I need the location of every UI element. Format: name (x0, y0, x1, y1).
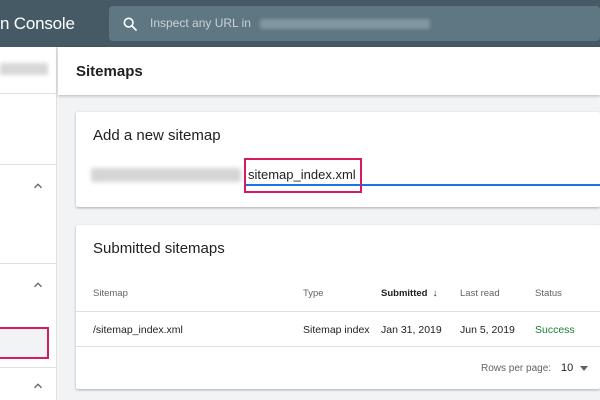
cell-last-read: Jun 5, 2019 (460, 324, 515, 336)
cell-submitted: Jan 31, 2019 (381, 324, 442, 336)
caret-down-icon[interactable] (579, 365, 589, 373)
column-header-sitemap[interactable]: Sitemap (93, 288, 128, 299)
table-row[interactable]: /sitemap_index.xml Sitemap index Jan 31,… (76, 313, 600, 347)
submitted-sitemaps-title: Submitted sitemaps (93, 240, 225, 257)
url-inspect-search[interactable]: Inspect any URL in (109, 6, 600, 41)
column-header-type[interactable]: Type (303, 288, 324, 299)
app-title: n Console (0, 14, 75, 33)
arrow-down-icon: ↓ (432, 288, 438, 299)
page-header: Sitemaps (58, 47, 600, 95)
chevron-up-icon[interactable] (31, 379, 45, 393)
rows-per-page-label: Rows per page: (481, 363, 552, 374)
redacted-domain-prefix (91, 168, 241, 182)
sitemap-url-input[interactable] (246, 164, 600, 186)
page-title: Sitemaps (76, 63, 143, 80)
chevron-up-icon[interactable] (31, 179, 45, 193)
column-header-last-read[interactable]: Last read (460, 288, 500, 299)
search-placeholder-text: Inspect any URL in (150, 16, 251, 30)
sidebar-item-sitemaps[interactable] (0, 327, 49, 359)
cell-sitemap: /sitemap_index.xml (93, 324, 183, 336)
sidebar-divider (0, 164, 57, 165)
column-header-status[interactable]: Status (535, 288, 562, 299)
search-icon (123, 17, 137, 31)
sidebar-divider (0, 263, 57, 264)
submitted-sitemaps-card: Submitted sitemaps Sitemap Type Submitte… (76, 225, 600, 389)
add-sitemap-title: Add a new sitemap (93, 127, 221, 144)
sidebar-divider (0, 93, 57, 94)
column-header-submitted-label: Submitted (381, 288, 428, 299)
top-app-bar: n Console Inspect any URL in (0, 0, 600, 47)
chevron-up-icon[interactable] (31, 278, 45, 292)
sidebar-divider (0, 367, 57, 368)
search-placeholder[interactable]: Inspect any URL in (150, 16, 431, 30)
cell-type: Sitemap index (303, 324, 370, 336)
add-sitemap-card: Add a new sitemap (76, 112, 600, 207)
sidebar (0, 47, 57, 400)
rows-per-page-select[interactable]: 10 (561, 362, 573, 374)
table-header: Sitemap Type Submitted ↓ Last read Status (76, 277, 600, 312)
status-badge: Success (535, 324, 575, 336)
redacted-property-selector[interactable] (0, 63, 48, 75)
column-header-submitted[interactable]: Submitted ↓ (381, 288, 437, 299)
table-pagination: Rows per page: 10 (76, 355, 600, 379)
redacted-property (260, 18, 431, 29)
